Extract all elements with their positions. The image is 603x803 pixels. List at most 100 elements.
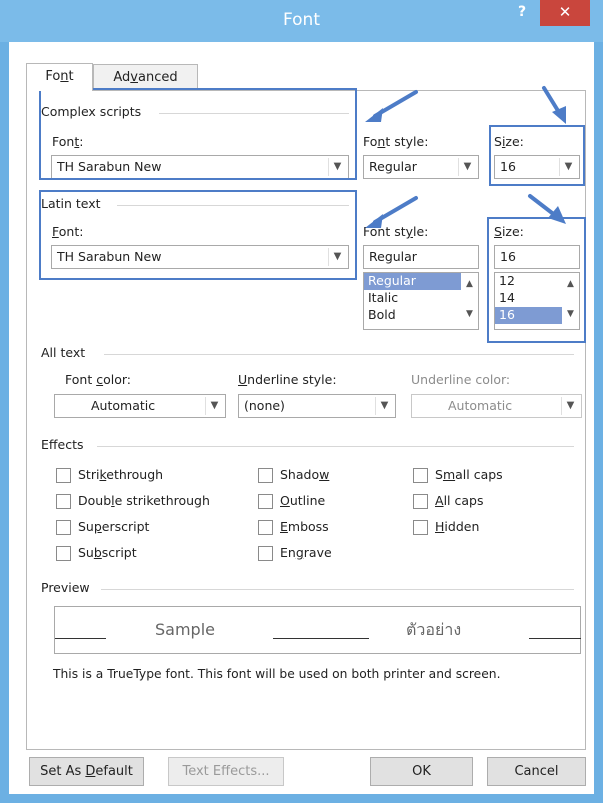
double-strikethrough-label: Double strikethrough <box>78 493 210 508</box>
latin-style-value: Regular <box>369 249 417 264</box>
underline-style-combo[interactable]: (none) ▼ <box>238 394 396 418</box>
underline-color-combo[interactable]: Automatic ▼ <box>411 394 582 418</box>
underline-color-value: Automatic <box>448 398 513 413</box>
highlight-box-complex-font <box>39 88 357 180</box>
shadow-label: Shadow <box>280 467 329 482</box>
preview-divider <box>101 589 574 590</box>
font-color-label: Font color: <box>65 372 131 387</box>
complex-style-combo[interactable]: Regular ▼ <box>363 155 479 179</box>
complex-style-label: Font style: <box>363 134 428 149</box>
checkbox-box[interactable] <box>258 546 273 561</box>
font-color-label-post: olor: <box>103 372 131 387</box>
small-caps-checkbox[interactable]: Small caps <box>413 467 553 485</box>
label-pre: Doub <box>78 493 112 508</box>
font-dialog-window: Font ? ✕ Font Advanced Complex scripts F… <box>0 0 603 803</box>
engrave-checkbox[interactable]: Engrave <box>258 545 398 563</box>
chevron-down-icon[interactable]: ▼ <box>461 309 478 323</box>
emboss-checkbox[interactable]: Emboss <box>258 519 398 537</box>
cancel-button[interactable]: Cancel <box>487 757 586 786</box>
label-pre: Su <box>78 519 94 534</box>
title-bar: Font ? ✕ <box>0 0 603 42</box>
checkbox-box[interactable] <box>258 520 273 535</box>
label-post: e strikethrough <box>114 493 210 508</box>
font-type-note: This is a TrueType font. This font will … <box>53 667 501 681</box>
strikethrough-label: Strikethrough <box>78 467 163 482</box>
preview-baseline-left <box>55 638 106 639</box>
tab-advanced-label-key: v <box>130 70 138 85</box>
checkbox-box[interactable] <box>413 494 428 509</box>
all-caps-checkbox[interactable]: All caps <box>413 493 553 511</box>
tab-advanced[interactable]: Advanced <box>93 64 198 91</box>
arrow-icon <box>365 196 418 228</box>
hidden-checkbox[interactable]: Hidden <box>413 519 553 537</box>
label-pre: Shado <box>280 467 320 482</box>
checkbox-box[interactable] <box>56 546 71 561</box>
label-post: idden <box>444 519 480 534</box>
label-key: E <box>280 519 288 534</box>
subscript-label: Subscript <box>78 545 137 560</box>
tab-advanced-label-pre: Ad <box>113 70 131 85</box>
label-post: rave <box>303 545 332 560</box>
help-button[interactable]: ? <box>506 0 538 26</box>
latin-style-listbox[interactable]: Regular Italic Bold ▲ ▼ <box>363 272 479 330</box>
tab-font-label-pre: Fo <box>45 69 61 84</box>
preview-baseline-middle <box>273 638 369 639</box>
chevron-down-icon[interactable]: ▼ <box>205 397 223 415</box>
complex-style-label-pre: Fo <box>363 134 378 149</box>
highlight-box-latin-size <box>487 217 586 343</box>
label-post: ethrough <box>106 467 164 482</box>
checkbox-box[interactable] <box>413 520 428 535</box>
preview-box: Sample ตัวอย่าง <box>54 606 581 654</box>
shadow-checkbox[interactable]: Shadow <box>258 467 398 485</box>
all-caps-label: All caps <box>435 493 483 508</box>
label-pre: Set As <box>40 764 86 779</box>
label-key: b <box>93 545 102 560</box>
checkbox-box[interactable] <box>258 494 273 509</box>
chevron-down-icon[interactable]: ▼ <box>561 397 579 415</box>
font-color-combo[interactable]: Automatic ▼ <box>54 394 226 418</box>
small-caps-label: Small caps <box>435 467 503 482</box>
checkbox-box[interactable] <box>258 468 273 483</box>
label-post: ll caps <box>443 493 484 508</box>
tab-advanced-label-post: anced <box>138 70 178 85</box>
ok-button[interactable]: OK <box>370 757 473 786</box>
label-post: all caps <box>455 467 503 482</box>
checkbox-box[interactable] <box>56 468 71 483</box>
double-strikethrough-checkbox[interactable]: Double strikethrough <box>56 493 246 511</box>
label-post: script <box>101 545 137 560</box>
subscript-checkbox[interactable]: Subscript <box>56 545 231 563</box>
chevron-up-icon[interactable]: ▲ <box>461 279 478 293</box>
text-effects-button[interactable]: Text Effects... <box>168 757 284 786</box>
label-post: mboss <box>287 519 329 534</box>
label-key: D <box>85 764 96 779</box>
label-post: efault <box>95 764 133 779</box>
underline-style-value: (none) <box>244 398 285 413</box>
outline-label: Outline <box>280 493 325 508</box>
tab-font[interactable]: Font <box>26 63 93 91</box>
chevron-down-icon[interactable]: ▼ <box>458 158 476 176</box>
checkbox-box[interactable] <box>413 468 428 483</box>
effects-divider <box>97 446 574 447</box>
superscript-checkbox[interactable]: Superscript <box>56 519 231 537</box>
checkbox-box[interactable] <box>56 494 71 509</box>
underline-style-label: Underline style: <box>238 372 337 387</box>
set-as-default-button[interactable]: Set As Default <box>29 757 144 786</box>
close-button[interactable]: ✕ <box>540 0 590 26</box>
complex-style-label-post: t style: <box>385 134 429 149</box>
chevron-down-icon[interactable]: ▼ <box>375 397 393 415</box>
strikethrough-checkbox[interactable]: Strikethrough <box>56 467 231 485</box>
scrollbar[interactable]: ▲ ▼ <box>461 273 478 329</box>
label-key: H <box>435 519 445 534</box>
highlight-box-complex-size <box>489 125 585 186</box>
arrow-icon <box>528 194 566 224</box>
label-key: p <box>93 519 102 534</box>
preview-group-label: Preview <box>41 580 90 595</box>
label-post: utline <box>289 493 326 508</box>
latin-style-input[interactable]: Regular <box>363 245 479 269</box>
label-key: A <box>435 493 444 508</box>
arrow-icon <box>542 86 566 124</box>
all-text-group-label: All text <box>41 345 86 360</box>
checkbox-box[interactable] <box>56 520 71 535</box>
outline-checkbox[interactable]: Outline <box>258 493 398 511</box>
label-key: g <box>295 545 304 560</box>
